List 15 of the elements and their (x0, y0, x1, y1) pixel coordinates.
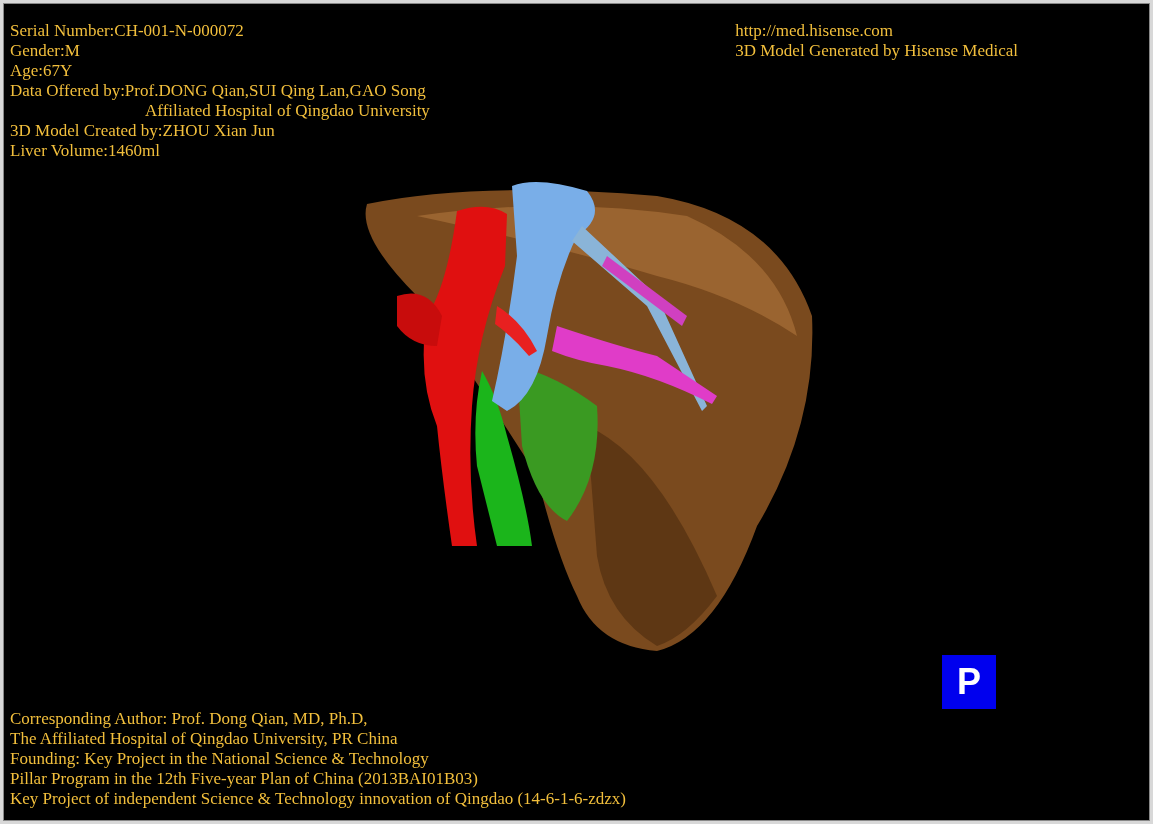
info-text: Serial Number:CH-001-N-000072 (10, 21, 245, 41)
info-text: Gender:M (10, 41, 81, 61)
view-orientation-badge: P (942, 655, 996, 709)
info-text: 3D Model Created by:ZHOU Xian Jun (10, 121, 276, 141)
info-text: Liver Volume:1460ml (10, 141, 161, 161)
info-text: Pillar Program in the 12th Five-year Plan of China (2013BAI01B03) (10, 769, 479, 789)
info-text: Corresponding Author: Prof. Dong Qian, MD, Ph.D, (10, 709, 369, 729)
info-text: Affiliated Hospital of Qingdao University (144, 101, 430, 121)
info-text: The Affiliated Hospital of Qingdao University, PR China (10, 729, 399, 749)
info-text: Data Offered by:Prof.DONG Qian,SUI Qing Lan,GAO Song (10, 81, 427, 101)
info-text: Founding: Key Project in the National Science & Technology (10, 749, 430, 769)
info-text: 3D Model Generated by Hisense Medical (735, 41, 1018, 61)
info-text: http://med.hisense.com (735, 21, 894, 41)
info-text: Key Project of independent Science & Technology innovation of Qingdao (14-6-1-6-zdzx) (10, 789, 627, 809)
info-text: Age:67Y (10, 61, 74, 81)
